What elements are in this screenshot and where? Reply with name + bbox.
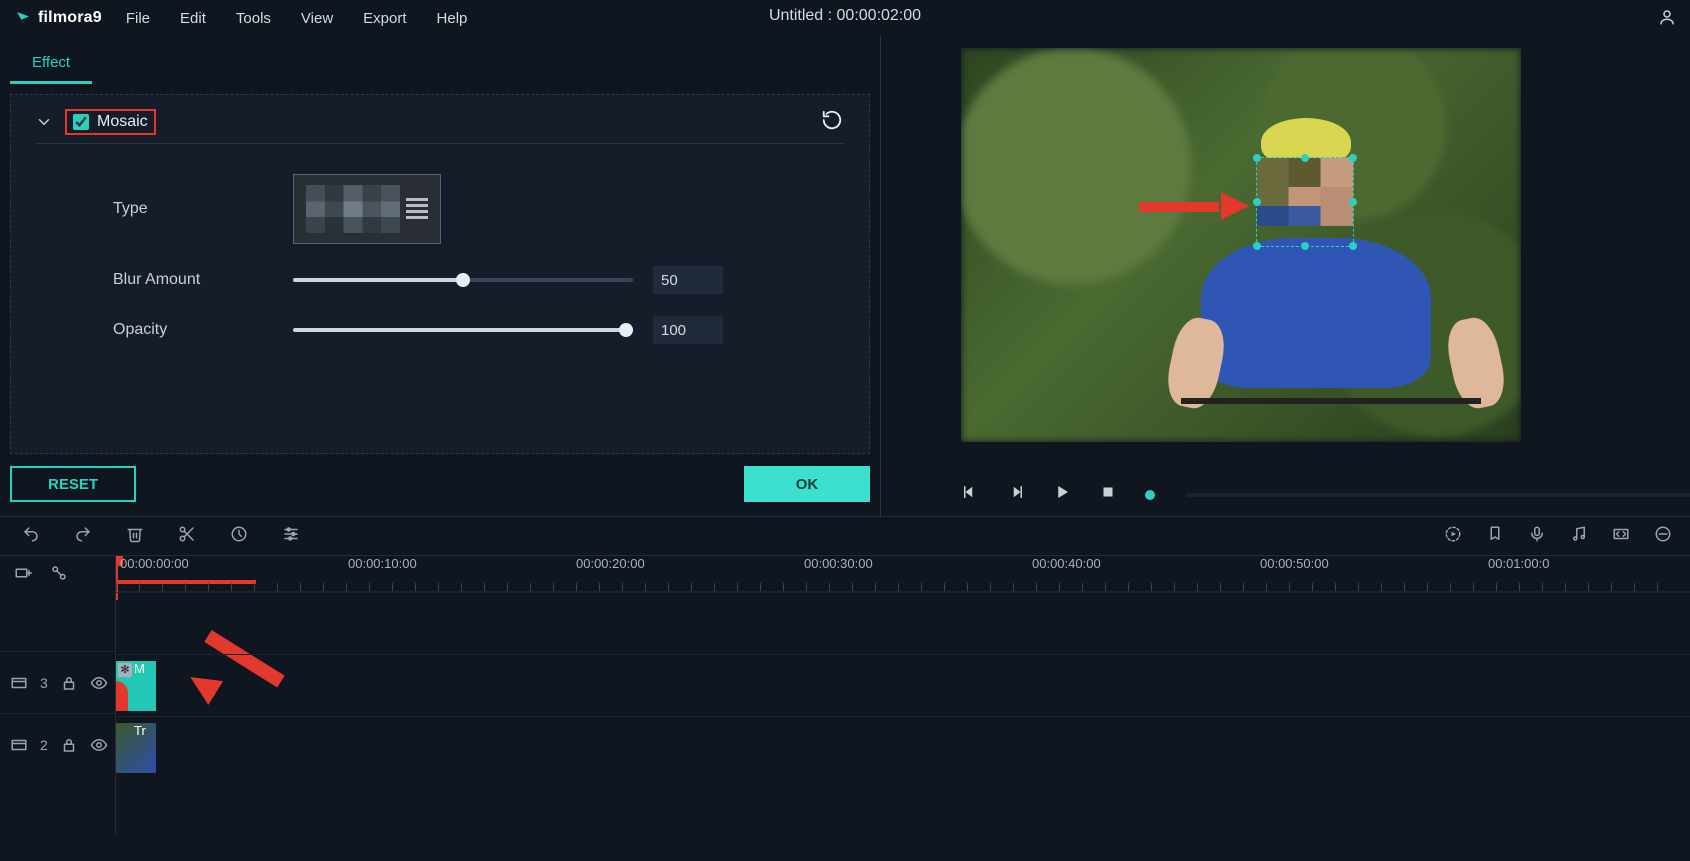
add-track-icon[interactable] bbox=[14, 564, 32, 587]
track-head-3: 3 bbox=[0, 651, 115, 713]
brand-name: filmora9 bbox=[38, 9, 102, 27]
type-list-icon[interactable] bbox=[406, 198, 428, 220]
reset-button[interactable]: RESET bbox=[10, 466, 136, 502]
resize-handle[interactable] bbox=[1253, 154, 1261, 162]
mosaic-checkbox[interactable] bbox=[73, 114, 89, 130]
play-icon[interactable] bbox=[1053, 483, 1071, 506]
document-title: Untitled : 00:00:02:00 bbox=[769, 7, 921, 25]
zoom-slider-icon[interactable] bbox=[1654, 525, 1672, 548]
selection-range bbox=[116, 580, 256, 584]
speed-icon[interactable] bbox=[230, 525, 248, 548]
ruler-tick: 00:00:40:00 bbox=[1032, 556, 1101, 571]
render-icon[interactable] bbox=[1444, 525, 1462, 548]
mosaic-type-selector[interactable] bbox=[293, 174, 441, 244]
video-track-icon bbox=[10, 674, 28, 692]
resize-handle[interactable] bbox=[1349, 242, 1357, 250]
type-label: Type bbox=[113, 200, 293, 218]
undo-icon[interactable] bbox=[22, 525, 40, 548]
chevron-down-icon[interactable] bbox=[35, 113, 53, 131]
timeline-ruler[interactable]: 00:00:00:00 00:00:10:00 00:00:20:00 00:0… bbox=[116, 556, 1690, 592]
video-clip[interactable]: Tr bbox=[116, 723, 156, 773]
menu-export[interactable]: Export bbox=[363, 10, 406, 27]
delete-icon[interactable] bbox=[126, 525, 144, 548]
zoom-fit-icon[interactable] bbox=[1612, 525, 1630, 548]
ruler-tick: 00:00:30:00 bbox=[804, 556, 873, 571]
preview-scrubber[interactable] bbox=[1187, 493, 1690, 497]
annotation-arrow-icon bbox=[1139, 196, 1249, 216]
lock-icon[interactable] bbox=[60, 736, 78, 754]
menu-tools[interactable]: Tools bbox=[236, 10, 271, 27]
blur-amount-value[interactable] bbox=[653, 266, 723, 294]
track-head-2: 2 bbox=[0, 713, 115, 775]
clip-trim-icon bbox=[116, 681, 128, 711]
effect-mosaic-highlight: Mosaic bbox=[67, 111, 154, 133]
resize-handle[interactable] bbox=[1253, 242, 1261, 250]
track-number: 3 bbox=[40, 675, 48, 691]
opacity-slider[interactable] bbox=[293, 328, 633, 332]
split-icon[interactable] bbox=[178, 525, 196, 548]
effect-name: Mosaic bbox=[97, 113, 148, 131]
mosaic-overlay[interactable] bbox=[1257, 158, 1353, 246]
adjust-icon[interactable] bbox=[282, 525, 300, 548]
opacity-value[interactable] bbox=[653, 316, 723, 344]
redo-icon[interactable] bbox=[74, 525, 92, 548]
preview-subject bbox=[1171, 118, 1491, 438]
account-icon[interactable] bbox=[1658, 8, 1676, 31]
eye-icon[interactable] bbox=[90, 674, 108, 692]
effect-panel: Mosaic Type Blur Amount bbox=[10, 94, 870, 454]
mosaic-clip[interactable]: ✻ M bbox=[116, 661, 156, 711]
video-preview[interactable] bbox=[961, 48, 1521, 442]
track-lane-empty[interactable] bbox=[116, 592, 1690, 654]
menu-help[interactable]: Help bbox=[437, 10, 468, 27]
ruler-tick: 00:00:50:00 bbox=[1260, 556, 1329, 571]
audio-mixer-icon[interactable] bbox=[1570, 525, 1588, 548]
resize-handle[interactable] bbox=[1349, 198, 1357, 206]
ruler-tick: 00:01:00:0 bbox=[1488, 556, 1549, 571]
resize-handle[interactable] bbox=[1349, 154, 1357, 162]
video-track-icon bbox=[10, 736, 28, 754]
menu-edit[interactable]: Edit bbox=[180, 10, 206, 27]
ruler-tick: 00:00:00:00 bbox=[120, 556, 189, 571]
ruler-tick: 00:00:20:00 bbox=[576, 556, 645, 571]
blur-amount-label: Blur Amount bbox=[113, 271, 293, 289]
brand: filmora9 bbox=[14, 9, 102, 27]
ok-button[interactable]: OK bbox=[744, 466, 870, 502]
resize-handle[interactable] bbox=[1253, 198, 1261, 206]
eye-icon[interactable] bbox=[90, 736, 108, 754]
stop-icon[interactable] bbox=[1099, 483, 1117, 506]
ruler-tick: 00:00:10:00 bbox=[348, 556, 417, 571]
blur-amount-slider[interactable] bbox=[293, 278, 633, 282]
track-number: 2 bbox=[40, 737, 48, 753]
effect-clip-icon: ✻ bbox=[118, 663, 132, 677]
clip-label: M bbox=[134, 661, 145, 676]
voiceover-icon[interactable] bbox=[1528, 525, 1546, 548]
menu-file[interactable]: File bbox=[126, 10, 150, 27]
opacity-label: Opacity bbox=[113, 321, 293, 339]
resize-handle[interactable] bbox=[1301, 242, 1309, 250]
lock-icon[interactable] bbox=[60, 674, 78, 692]
step-back-icon[interactable] bbox=[961, 483, 979, 506]
menu-view[interactable]: View bbox=[301, 10, 333, 27]
playhead-indicator-icon[interactable] bbox=[1145, 490, 1155, 500]
step-forward-icon[interactable] bbox=[1007, 483, 1025, 506]
marker-icon[interactable] bbox=[1486, 525, 1504, 548]
track-lane-2[interactable]: Tr bbox=[116, 716, 1690, 778]
resize-handle[interactable] bbox=[1301, 154, 1309, 162]
clip-label: Tr bbox=[134, 723, 146, 738]
mosaic-preview-icon bbox=[306, 185, 400, 233]
magnet-icon[interactable] bbox=[50, 564, 68, 587]
reset-effect-icon[interactable] bbox=[821, 109, 843, 136]
tab-effect[interactable]: Effect bbox=[10, 44, 92, 84]
brand-logo-icon bbox=[14, 9, 32, 27]
track-lane-3[interactable]: ✻ M bbox=[116, 654, 1690, 716]
